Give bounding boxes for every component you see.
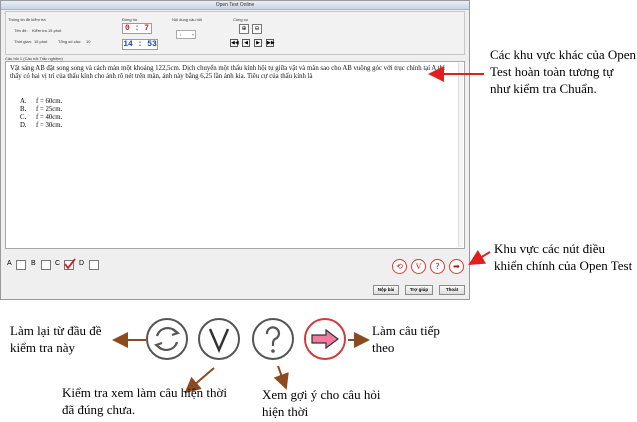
note-next: Làm câu tiếp theo	[372, 323, 440, 355]
note-restart: Làm lại từ đầu đề kiểm tra này	[10, 323, 102, 355]
next-large-icon	[304, 318, 346, 360]
note-other-areas: Các khu vực khác của Open Test hoàn toàn…	[490, 47, 637, 96]
hint-large-icon	[252, 318, 294, 360]
note-hint: Xem gợi ý cho câu hỏi hiện thời	[262, 387, 381, 419]
check-large-icon	[198, 318, 240, 360]
note-check: Kiểm tra xem làm câu hiện thời đã đúng c…	[62, 385, 227, 417]
note-control-area: Khu vực các nút điều khiển chính của Ope…	[494, 241, 633, 273]
arrow-to-hint-note	[273, 365, 289, 390]
restart-large-icon	[146, 318, 188, 360]
arrow-to-controls	[468, 249, 491, 266]
